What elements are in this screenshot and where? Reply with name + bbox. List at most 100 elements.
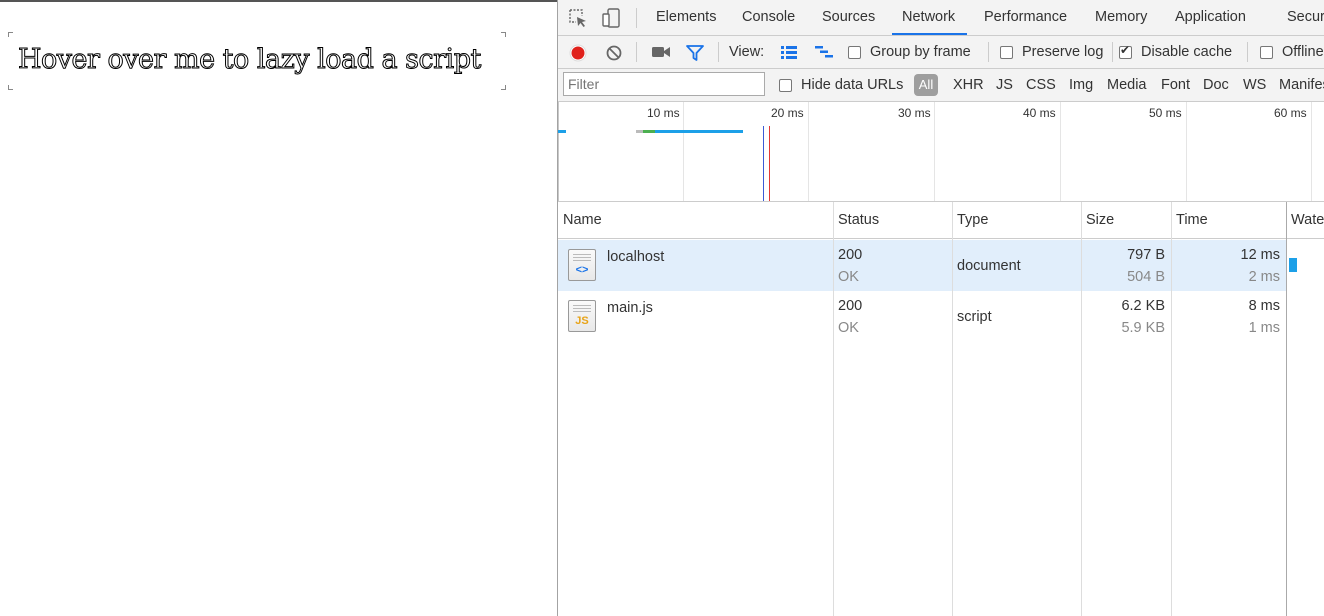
load-event-marker <box>769 126 770 201</box>
disable-cache-checkbox[interactable] <box>1119 43 1132 59</box>
column-header-status[interactable]: Status <box>833 202 952 239</box>
tab-memory[interactable]: Memory <box>1095 0 1147 35</box>
network-toolbar: View: Group by frame Preserve log Disabl… <box>558 36 1324 69</box>
overview-bar-script-waiting <box>636 130 643 133</box>
overview-grid-line <box>934 102 935 201</box>
script-icon: JS <box>568 300 596 332</box>
overview-grid-line <box>1060 102 1061 201</box>
group-by-frame-checkbox[interactable] <box>848 46 861 59</box>
request-size: 797 B <box>1127 247 1165 263</box>
tab-elements[interactable]: Elements <box>656 0 716 35</box>
devtools-tabbar: Elements Console Sources Network Perform… <box>558 0 1324 36</box>
request-status: 200 <box>838 298 863 314</box>
offline-checkbox[interactable] <box>1260 46 1273 59</box>
request-size: 6.2 KB <box>1121 298 1165 314</box>
overview-tick-label: 50 ms <box>1149 106 1182 120</box>
request-latency: 2 ms <box>1248 269 1280 285</box>
column-divider[interactable] <box>952 202 953 616</box>
overview-grid-line <box>1186 102 1187 201</box>
request-status-text: OK <box>838 269 859 285</box>
page-viewport: Hover over me to lazy load a script <box>0 0 557 616</box>
dom-content-loaded-marker <box>763 126 764 201</box>
clear-icon[interactable] <box>605 44 623 62</box>
tab-sources[interactable]: Sources <box>822 0 875 35</box>
hide-data-urls-label: Hide data URLs <box>801 77 904 93</box>
request-status-text: OK <box>838 320 859 336</box>
type-filter-all[interactable]: All <box>914 74 938 96</box>
type-filter-js[interactable]: JS <box>996 77 1013 93</box>
request-latency: 1 ms <box>1248 320 1280 336</box>
column-header-type[interactable]: Type <box>952 202 1081 239</box>
column-divider[interactable] <box>1081 202 1082 616</box>
request-name[interactable]: main.js <box>607 300 653 316</box>
request-resource-size: 5.9 KB <box>1121 320 1165 336</box>
devtools-panel: Elements Console Sources Network Perform… <box>557 0 1324 616</box>
large-rows-icon[interactable] <box>780 45 798 59</box>
overview-tick-label: 60 ms <box>1274 106 1307 120</box>
toolbar-separator <box>1112 42 1113 62</box>
screenshot-camera-icon[interactable] <box>651 45 671 59</box>
request-time: 12 ms <box>1240 247 1281 263</box>
tab-network[interactable]: Network <box>891 0 968 35</box>
tab-performance[interactable]: Performance <box>984 0 1067 35</box>
disable-cache-label: Disable cache <box>1141 44 1233 60</box>
type-filter-css[interactable]: CSS <box>1026 77 1056 93</box>
type-filter-xhr[interactable]: XHR <box>953 77 984 93</box>
overview-grid-line <box>808 102 809 201</box>
request-time: 8 ms <box>1248 298 1280 314</box>
waterfall-bar <box>1289 258 1297 272</box>
lazy-load-hover-target[interactable]: Hover over me to lazy load a script <box>8 32 506 90</box>
hide-data-urls-checkbox[interactable] <box>779 79 792 92</box>
type-filter-manifest[interactable]: Manifest <box>1279 77 1324 93</box>
type-filter-doc[interactable]: Doc <box>1203 77 1229 93</box>
network-overview[interactable]: 10 ms 20 ms 30 ms 40 ms 50 ms 60 ms <box>558 102 1324 202</box>
toolbar-separator <box>636 42 637 62</box>
request-status: 200 <box>838 247 863 263</box>
preserve-log-checkbox[interactable] <box>1000 46 1013 59</box>
type-filter-ws[interactable]: WS <box>1243 77 1266 93</box>
overview-grid-line <box>683 102 684 201</box>
column-header-name[interactable]: Name <box>558 202 833 239</box>
table-row[interactable]: <> localhost 200 OK document 797 B 504 B… <box>558 240 1286 291</box>
tab-separator <box>636 8 637 28</box>
tab-application[interactable]: Application <box>1175 0 1246 35</box>
tab-console[interactable]: Console <box>742 0 795 35</box>
toolbar-separator <box>1247 42 1248 62</box>
toolbar-separator <box>988 42 989 62</box>
view-label: View: <box>729 44 765 60</box>
corner-mark <box>8 85 13 90</box>
corner-mark <box>8 32 13 37</box>
inspect-element-icon[interactable] <box>568 8 588 28</box>
column-header-time[interactable]: Time <box>1171 202 1286 239</box>
overview-grid-line <box>1311 102 1312 201</box>
request-name[interactable]: localhost <box>607 249 664 265</box>
corner-mark <box>501 32 506 37</box>
overview-grid-line <box>558 102 559 201</box>
overview-tick-label: 20 ms <box>771 106 804 120</box>
preserve-log-label: Preserve log <box>1022 44 1104 60</box>
column-divider[interactable] <box>1171 202 1172 616</box>
offline-label: Offline <box>1282 44 1324 60</box>
corner-mark <box>501 85 506 90</box>
waterfall-overview-icon[interactable] <box>814 45 834 59</box>
filter-input[interactable] <box>563 72 765 96</box>
type-filter-img[interactable]: Img <box>1069 77 1093 93</box>
column-divider[interactable] <box>833 202 834 616</box>
filter-icon[interactable] <box>685 44 705 62</box>
record-icon[interactable] <box>569 44 587 62</box>
tab-security[interactable]: Security <box>1287 0 1324 35</box>
table-row[interactable]: JS main.js 200 OK script 6.2 KB 5.9 KB 8… <box>558 291 1286 342</box>
group-by-frame-label: Group by frame <box>870 44 971 60</box>
document-icon: <> <box>568 249 596 281</box>
overview-tick-label: 40 ms <box>1023 106 1056 120</box>
type-filter-media[interactable]: Media <box>1107 77 1147 93</box>
type-filter-font[interactable]: Font <box>1161 77 1190 93</box>
hover-text[interactable]: Hover over me to lazy load a script <box>18 44 482 76</box>
overview-tick-label: 30 ms <box>898 106 931 120</box>
device-toolbar-icon[interactable] <box>601 8 621 28</box>
overview-bar-document <box>558 130 566 133</box>
overview-bar-script-ttfb <box>643 130 655 133</box>
request-resource-size: 504 B <box>1127 269 1165 285</box>
column-header-size[interactable]: Size <box>1081 202 1171 239</box>
request-type: script <box>957 309 992 325</box>
